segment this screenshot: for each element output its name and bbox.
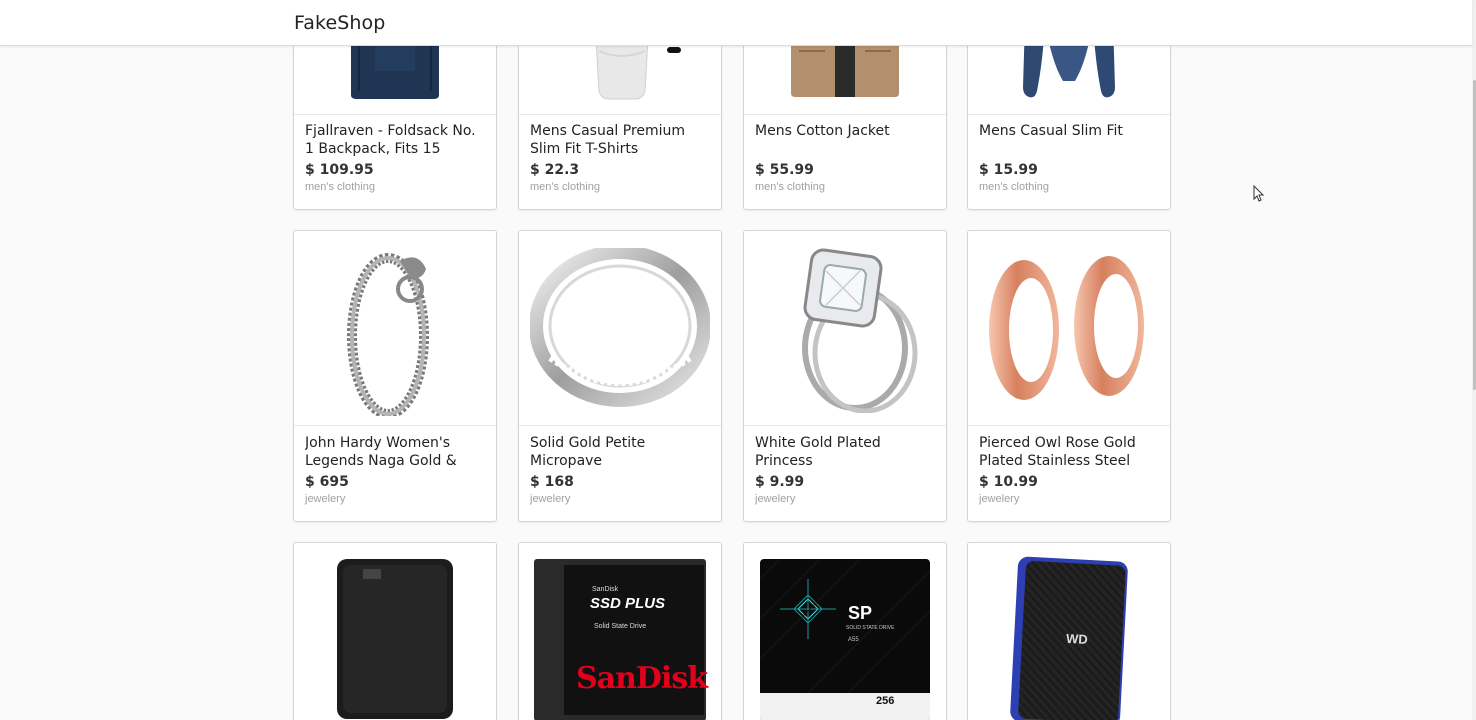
product-image[interactable]: SanDisk SSD PLUS Solid State Drive SanDi… <box>519 543 721 720</box>
product-price: $ 168 <box>530 474 574 490</box>
product-title[interactable]: John Hardy Women's Legends Naga Gold & S… <box>305 434 488 470</box>
product-price: $ 22.3 <box>530 162 580 178</box>
ssd-icon: SP SOLID STATE DRIVE A55 256 <box>760 559 930 720</box>
product-card[interactable]: John Hardy Women's Legends Naga Gold & S… <box>293 230 497 522</box>
scrollbar[interactable] <box>1472 0 1476 720</box>
bracelet-icon <box>347 252 429 416</box>
product-card[interactable]: Mens Cotton Jacket $ 55.99 men's clothin… <box>743 20 947 210</box>
product-card[interactable]: SP SOLID STATE DRIVE A55 256 <box>743 542 947 720</box>
hard-drive-icon <box>337 559 453 719</box>
diamond-ring-icon <box>802 248 918 413</box>
ring-icon <box>530 248 710 407</box>
product-card[interactable]: White Gold Plated Princess $ 9.99 jewele… <box>743 230 947 522</box>
product-card[interactable]: SanDisk SSD PLUS Solid State Drive SanDi… <box>518 542 722 720</box>
product-title[interactable]: Fjallraven - Foldsack No. 1 Backpack, Fi… <box>305 122 488 158</box>
product-price: $ 695 <box>305 474 349 490</box>
product-image[interactable] <box>519 231 721 426</box>
brand-logo[interactable]: FakeShop <box>294 12 385 34</box>
portable-drive-icon: WD <box>1009 556 1129 720</box>
product-image[interactable] <box>294 231 496 426</box>
product-image[interactable]: SP SOLID STATE DRIVE A55 256 <box>744 543 946 720</box>
ssd-icon: SanDisk SSD PLUS Solid State Drive SanDi… <box>534 559 708 720</box>
product-category: men's clothing <box>755 181 825 193</box>
product-category: jewelery <box>530 493 571 505</box>
product-card[interactable]: WD <box>967 542 1171 720</box>
product-category: jewelery <box>305 493 346 505</box>
product-card[interactable]: Solid Gold Petite Micropave $ 168 jewele… <box>518 230 722 522</box>
product-title[interactable]: Mens Casual Premium Slim Fit T-Shirts <box>530 122 713 158</box>
product-card[interactable]: Mens Casual Premium Slim Fit T-Shirts $ … <box>518 20 722 210</box>
product-image[interactable] <box>294 543 496 720</box>
product-category: men's clothing <box>979 181 1049 193</box>
product-price: $ 10.99 <box>979 474 1038 490</box>
product-card[interactable] <box>293 542 497 720</box>
product-image[interactable] <box>744 231 946 426</box>
product-category: jewelery <box>755 493 796 505</box>
product-title[interactable]: Pierced Owl Rose Gold Plated Stainless S… <box>979 434 1162 470</box>
product-card[interactable]: Pierced Owl Rose Gold Plated Stainless S… <box>967 230 1171 522</box>
product-card[interactable]: Mens Casual Slim Fit $ 15.99 men's cloth… <box>967 20 1171 210</box>
product-card[interactable]: Fjallraven - Foldsack No. 1 Backpack, Fi… <box>293 20 497 210</box>
top-navbar: FakeShop <box>0 0 1472 46</box>
product-image[interactable]: WD <box>968 543 1170 720</box>
product-category: jewelery <box>979 493 1020 505</box>
product-category: men's clothing <box>305 181 375 193</box>
product-price: $ 9.99 <box>755 474 805 490</box>
product-title[interactable]: Mens Cotton Jacket <box>755 122 938 158</box>
rose-gold-plugs-icon <box>989 256 1144 400</box>
mouse-cursor-icon <box>1253 185 1265 202</box>
product-image[interactable] <box>968 231 1170 426</box>
product-title[interactable]: Mens Casual Slim Fit <box>979 122 1162 158</box>
product-price: $ 55.99 <box>755 162 814 178</box>
product-price: $ 109.95 <box>305 162 374 178</box>
product-category: men's clothing <box>530 181 600 193</box>
product-price: $ 15.99 <box>979 162 1038 178</box>
product-title[interactable]: Solid Gold Petite Micropave <box>530 434 713 470</box>
product-title[interactable]: White Gold Plated Princess <box>755 434 938 470</box>
